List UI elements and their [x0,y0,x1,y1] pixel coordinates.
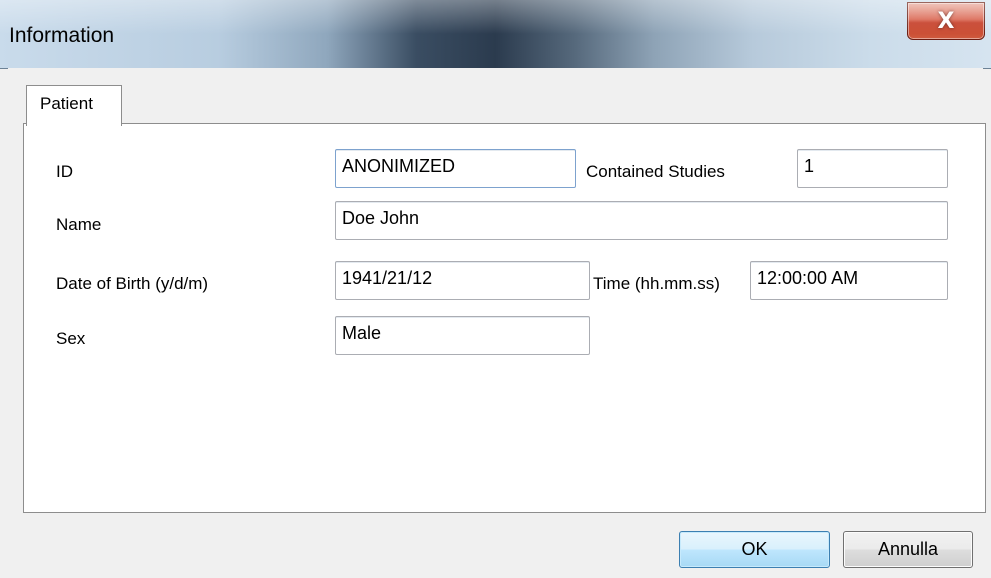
name-field[interactable]: Doe John [335,201,948,240]
title-bar[interactable]: Information X [0,0,991,69]
cancel-button[interactable]: Annulla [843,531,973,568]
ok-button[interactable]: OK [679,531,830,568]
date-of-birth-field[interactable]: 1941/21/12 [335,261,590,300]
id-field[interactable]: ANONIMIZED [335,149,576,188]
sex-field[interactable]: Male [335,316,590,355]
tab-patient[interactable]: Patient [26,85,122,126]
name-label: Name [56,215,102,234]
close-button[interactable]: X [907,2,985,40]
information-dialog: Information X Patient ID ANONIMIZED Cont… [0,0,991,578]
patient-tab-panel: ID ANONIMIZED Contained Studies 1 Name D… [23,123,986,513]
sex-label: Sex [56,329,86,348]
tab-patient-label: Patient [40,94,93,113]
time-field[interactable]: 12:00:00 AM [750,261,948,300]
date-of-birth-label: Date of Birth (y/d/m) [56,274,209,293]
id-label: ID [56,162,73,181]
contained-studies-field[interactable]: 1 [797,149,948,188]
time-label: Time (hh.mm.ss) [593,274,720,293]
window-title: Information [9,24,115,47]
contained-studies-label: Contained Studies [586,162,725,181]
close-icon: X [937,8,955,34]
